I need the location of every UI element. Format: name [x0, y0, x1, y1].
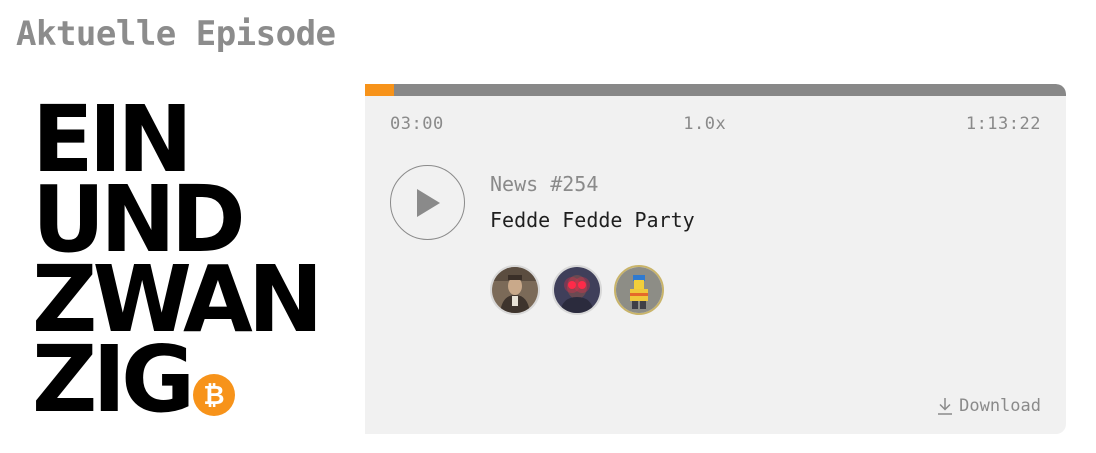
episode-title: Fedde Fedde Party: [490, 208, 695, 232]
svg-text:₿: ₿: [203, 381, 224, 410]
section-title: Aktuelle Episode: [16, 14, 336, 54]
contributor-avatar[interactable]: [490, 265, 540, 315]
download-label: Download: [959, 396, 1041, 416]
contributor-avatar[interactable]: [552, 265, 602, 315]
progress-fill: [365, 84, 394, 96]
current-time: 03:00: [390, 114, 444, 134]
episode-number: News #254: [490, 172, 599, 196]
progress-bar[interactable]: [365, 84, 1066, 96]
play-icon: [416, 188, 440, 217]
download-link[interactable]: Download: [937, 396, 1041, 416]
podcast-logo[interactable]: EIN UND ZWAN ZIG ₿: [32, 94, 332, 433]
audio-player: 03:00 1.0x 1:13:22 News #254 Fedde Fedde…: [365, 84, 1066, 434]
avatar-portrait: [492, 267, 538, 313]
avatar-laser-eyes: [554, 267, 600, 313]
play-button[interactable]: [390, 165, 465, 240]
logo-text-line: ZIG: [32, 326, 195, 433]
avatar-lego-figure: [616, 267, 662, 313]
time-row: 03:00 1.0x 1:13:22: [390, 114, 1041, 134]
bitcoin-icon: ₿: [193, 374, 235, 416]
duration: 1:13:22: [965, 114, 1041, 134]
speed-toggle[interactable]: 1.0x: [683, 114, 726, 134]
contributor-avatar[interactable]: [614, 265, 664, 315]
contributors-list: [490, 265, 664, 315]
download-icon: [938, 398, 953, 415]
